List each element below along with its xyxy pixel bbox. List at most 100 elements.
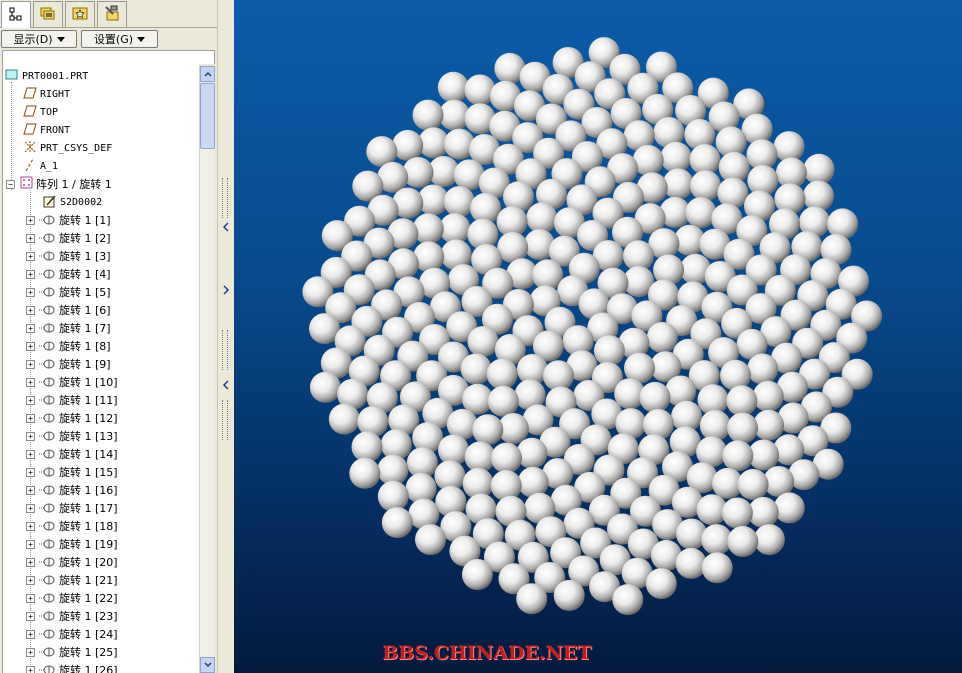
sphere [472, 414, 504, 446]
tree-item-pattern-member[interactable]: + 旋转 1 [9] [26, 355, 111, 373]
tree-item-pattern-member[interactable]: + 旋转 1 [2] [26, 229, 111, 247]
tree-item-pattern-member[interactable]: + 旋转 1 [21] [26, 571, 118, 589]
expand-icon[interactable]: + [26, 413, 35, 423]
tree-item-front[interactable]: FRONT [23, 121, 70, 139]
splitter-grip[interactable] [222, 330, 228, 370]
tree-item-pattern-member[interactable]: + 旋转 1 [16] [26, 481, 118, 499]
expand-icon[interactable]: + [26, 233, 35, 243]
tree-item-pattern-member[interactable]: + 旋转 1 [7] [26, 319, 111, 337]
tab-favorites[interactable] [65, 1, 95, 27]
tree-item-label: PRT_CSYS_DEF [40, 142, 113, 154]
sphere [701, 552, 733, 584]
settings-menu-button[interactable]: 设置(G) [81, 30, 158, 48]
expand-icon[interactable]: + [26, 251, 35, 261]
tree-item-pattern-member[interactable]: + 旋转 1 [24] [26, 625, 118, 643]
tree-item-pattern-member[interactable]: + 旋转 1 [25] [26, 643, 118, 661]
tree-item-sketch[interactable]: S2D0002 [43, 193, 102, 211]
sphere [773, 131, 805, 163]
expand-icon[interactable]: + [26, 269, 35, 279]
tree-item-pattern-member[interactable]: + 旋转 1 [6] [26, 301, 111, 319]
sphere [662, 168, 694, 200]
expand-icon[interactable]: + [26, 323, 35, 333]
sphere [412, 99, 444, 131]
tree-item-pattern-member[interactable]: + 旋转 1 [14] [26, 445, 118, 463]
expand-icon[interactable]: + [26, 359, 35, 369]
tree-item-axis[interactable]: A_1 [23, 157, 58, 175]
tree-item-label: 旋转 1 [24] [59, 628, 118, 641]
expand-icon[interactable]: + [26, 521, 35, 531]
sphere [747, 353, 779, 385]
expand-icon[interactable]: + [26, 611, 35, 621]
expand-icon[interactable]: + [26, 593, 35, 603]
tree-item-pattern-member[interactable]: + 旋转 1 [22] [26, 589, 118, 607]
panel-splitter[interactable] [217, 0, 234, 673]
expand-icon[interactable]: + [26, 485, 35, 495]
tab-folder-browser[interactable] [33, 1, 63, 27]
splitter-grip[interactable] [222, 400, 228, 440]
expand-icon[interactable]: + [26, 467, 35, 477]
revolve-icon [39, 287, 55, 297]
sphere [612, 584, 644, 616]
tree-item-pattern-member[interactable]: + 旋转 1 [10] [26, 373, 118, 391]
tree-item-pattern-member[interactable]: + 旋转 1 [19] [26, 535, 118, 553]
scroll-down-button[interactable] [200, 657, 215, 673]
expand-icon[interactable]: + [26, 305, 35, 315]
tree-item-pattern-member[interactable]: + 旋转 1 [5] [26, 283, 111, 301]
expand-icon[interactable]: + [26, 395, 35, 405]
expand-icon[interactable]: + [26, 575, 35, 585]
panel-toolbar: 显示(D) 设置(G) [0, 29, 217, 49]
expand-icon[interactable]: + [26, 377, 35, 387]
collapse-icon[interactable]: − [6, 179, 15, 189]
expand-icon[interactable]: + [26, 629, 35, 639]
revolve-icon [39, 539, 55, 549]
expand-icon[interactable]: + [26, 431, 35, 441]
sphere [721, 497, 753, 529]
expand-icon[interactable]: + [26, 341, 35, 351]
tree-item-root[interactable]: PRT0001.PRT [5, 67, 88, 85]
tree-item-right[interactable]: RIGHT [23, 85, 70, 103]
revolve-icon [39, 665, 55, 673]
tree-item-pattern[interactable]: − 阵列 1 / 旋转 1 [6, 175, 112, 193]
tree-item-pattern-member[interactable]: + 旋转 1 [17] [26, 499, 118, 517]
tree-item-label: 阵列 1 / 旋转 1 [36, 178, 112, 191]
expand-icon[interactable]: + [26, 287, 35, 297]
expand-icon[interactable]: + [26, 539, 35, 549]
connections-icon [103, 4, 121, 25]
scroll-up-button[interactable] [200, 66, 215, 82]
chevron-down-icon [137, 36, 146, 42]
tree-item-pattern-member[interactable]: + 旋转 1 [1] [26, 211, 111, 229]
tree-item-label: 旋转 1 [10] [59, 376, 118, 389]
tree-item-pattern-member[interactable]: + 旋转 1 [4] [26, 265, 111, 283]
expand-icon[interactable]: + [26, 449, 35, 459]
graphics-viewport[interactable]: BBS.CHINADE.NET [234, 0, 962, 673]
tree-item-pattern-member[interactable]: + 旋转 1 [18] [26, 517, 118, 535]
tree-item-pattern-member[interactable]: + 旋转 1 [11] [26, 391, 118, 409]
collapse-left-icon[interactable] [222, 380, 230, 390]
collapse-left-icon[interactable] [222, 222, 230, 232]
expand-right-icon[interactable] [222, 285, 230, 295]
expand-icon[interactable]: + [26, 665, 35, 673]
sphere [660, 141, 692, 173]
revolve-icon [39, 341, 55, 351]
tree-item-pattern-member[interactable]: + 旋转 1 [23] [26, 607, 118, 625]
tree-item-pattern-member[interactable]: + 旋转 1 [13] [26, 427, 118, 445]
tab-model-tree[interactable] [1, 1, 31, 28]
splitter-grip[interactable] [222, 178, 228, 218]
tree-item-top[interactable]: TOP [23, 103, 58, 121]
expand-icon[interactable]: + [26, 503, 35, 513]
tree-item-pattern-member[interactable]: + 旋转 1 [3] [26, 247, 111, 265]
expand-icon[interactable]: + [26, 557, 35, 567]
tree-item-pattern-member[interactable]: + 旋转 1 [26] [26, 661, 118, 673]
tree-scrollbar[interactable] [199, 66, 215, 673]
expand-icon[interactable]: + [26, 215, 35, 225]
tree-item-csys[interactable]: PRT_CSYS_DEF [23, 139, 112, 157]
scroll-thumb[interactable] [200, 83, 215, 149]
tree-item-pattern-member[interactable]: + 旋转 1 [8] [26, 337, 111, 355]
tree-item-pattern-member[interactable]: + 旋转 1 [20] [26, 553, 118, 571]
tab-connections[interactable] [97, 1, 127, 27]
show-menu-button[interactable]: 显示(D) [1, 30, 77, 48]
tree-item-label: 旋转 1 [19] [59, 538, 118, 551]
tree-item-pattern-member[interactable]: + 旋转 1 [12] [26, 409, 118, 427]
expand-icon[interactable]: + [26, 647, 35, 657]
tree-item-pattern-member[interactable]: + 旋转 1 [15] [26, 463, 118, 481]
